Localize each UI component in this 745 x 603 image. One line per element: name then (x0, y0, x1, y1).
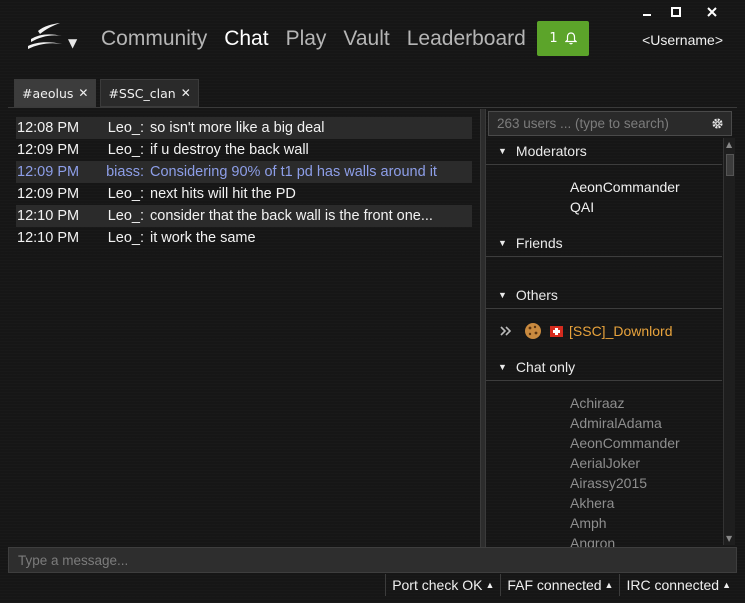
chevron-up-icon: ▲ (722, 580, 731, 590)
user-list-panel: ▼ Moderators AeonCommander QAI ▼ Friends… (486, 109, 737, 547)
message-time: 12:10 PM (17, 208, 80, 224)
user-item[interactable]: [SSC]_Downlord (500, 320, 673, 342)
user-item[interactable]: Achiraaz (570, 395, 624, 411)
swiss-flag-icon (550, 325, 563, 337)
minimize-button[interactable] (639, 4, 655, 20)
close-window-button[interactable] (704, 4, 720, 20)
message-nick[interactable]: Leo_: (94, 120, 144, 136)
nav-vault[interactable]: Vault (343, 24, 389, 54)
message-time: 12:08 PM (17, 120, 80, 136)
notification-count: 1 (549, 31, 558, 46)
user-item[interactable]: Akhera (570, 495, 614, 511)
group-moderators[interactable]: ▼ Moderators (486, 137, 722, 165)
message-nick[interactable]: Leo_: (94, 208, 144, 224)
message-nick[interactable]: Leo_: (94, 230, 144, 246)
status-label: FAF connected (507, 577, 602, 593)
nav-community[interactable]: Community (101, 24, 207, 54)
tab-ssc-clan[interactable]: #SSC_clan ✕ (100, 79, 199, 107)
scrollbar-thumb[interactable] (726, 154, 734, 176)
group-label: Moderators (515, 142, 587, 159)
user-list-scrollbar[interactable]: ▲ ▼ (723, 138, 735, 545)
message-text: if u destroy the back wall (150, 142, 309, 158)
user-name: [SSC]_Downlord (569, 323, 673, 339)
message-time: 12:09 PM (17, 164, 80, 180)
message-nick[interactable]: biass: (94, 164, 144, 180)
nav-leaderboard[interactable]: Leaderboard (407, 24, 526, 54)
group-label: Friends (515, 234, 563, 251)
maximize-icon (671, 7, 681, 17)
scroll-up-icon[interactable]: ▲ (726, 140, 732, 149)
message-input[interactable] (9, 548, 736, 572)
message-row: 12:10 PM Leo_: consider that the back wa… (16, 205, 472, 227)
maximize-button[interactable] (668, 4, 684, 20)
message-input-box (8, 547, 737, 573)
scroll-down-icon[interactable]: ▼ (726, 534, 732, 543)
user-item[interactable]: QAI (570, 199, 594, 215)
collapse-triangle-icon: ▼ (498, 237, 507, 248)
user-item[interactable]: AdmiralAdama (570, 415, 662, 431)
collapse-triangle-icon: ▼ (498, 145, 507, 156)
minimize-icon (643, 14, 651, 16)
user-item[interactable]: Airassy2015 (570, 475, 647, 491)
message-text: so isn't more like a big deal (150, 120, 325, 136)
message-time: 12:10 PM (17, 230, 80, 246)
user-search-input[interactable] (489, 112, 699, 135)
close-icon (707, 7, 717, 17)
rank-chevron-icon (500, 326, 512, 336)
close-tab-icon[interactable]: ✕ (78, 86, 88, 100)
message-row: 12:09 PM Leo_: next hits will hit the PD (16, 183, 472, 205)
user-item[interactable]: AeonCommander (570, 435, 680, 451)
message-time: 12:09 PM (17, 186, 80, 202)
message-nick[interactable]: Leo_: (94, 142, 144, 158)
faf-logo-icon[interactable] (26, 22, 64, 52)
main-nav: Community Chat Play Vault Leaderboard (101, 24, 543, 54)
message-row: 12:10 PM Leo_: it work the same (16, 227, 472, 249)
cookie-avatar-icon (525, 323, 541, 339)
chevron-up-icon: ▲ (485, 580, 495, 590)
tab-label: #SSC_clan (108, 85, 176, 101)
user-item[interactable]: Amph (570, 515, 607, 531)
user-item[interactable]: AerialJoker (570, 455, 640, 471)
notification-button[interactable]: 1 (537, 21, 589, 56)
user-item[interactable]: AeonCommander (570, 179, 680, 195)
message-row: 12:09 PM Leo_: if u destroy the back wal… (16, 139, 472, 161)
tabs-divider (8, 107, 737, 108)
chat-messages: 12:08 PM Leo_: so isn't more like a big … (16, 117, 472, 249)
bell-icon (564, 32, 577, 45)
status-port-check[interactable]: Port check OK ▲ (385, 574, 500, 596)
menu-caret-icon[interactable]: ▼ (68, 36, 77, 50)
close-tab-icon[interactable]: ✕ (181, 86, 191, 100)
user-search (488, 111, 732, 136)
message-text: consider that the back wall is the front… (150, 208, 433, 224)
user-item[interactable]: Angron (570, 535, 615, 547)
gear-icon[interactable] (710, 116, 725, 131)
title-bar: ▼ Community Chat Play Vault Leaderboard … (0, 0, 745, 72)
message-text: Considering 90% of t1 pd has walls aroun… (150, 164, 437, 180)
tab-aeolus[interactable]: #aeolus ✕ (14, 79, 97, 107)
group-chat-only[interactable]: ▼ Chat only (486, 353, 722, 381)
message-row: 12:08 PM Leo_: so isn't more like a big … (16, 117, 472, 139)
status-label: IRC connected (626, 577, 720, 593)
tab-label: #aeolus (22, 85, 74, 101)
collapse-triangle-icon: ▼ (498, 289, 507, 300)
group-friends[interactable]: ▼ Friends (486, 229, 722, 257)
group-others[interactable]: ▼ Others (486, 281, 722, 309)
status-bar: Port check OK ▲ FAF connected ▲ IRC conn… (385, 574, 737, 596)
message-row: 12:09 PM biass: Considering 90% of t1 pd… (16, 161, 472, 183)
message-text: next hits will hit the PD (150, 186, 296, 202)
message-nick[interactable]: Leo_: (94, 186, 144, 202)
status-irc[interactable]: IRC connected ▲ (619, 574, 737, 596)
chevron-up-icon: ▲ (604, 580, 614, 590)
collapse-triangle-icon: ▼ (498, 361, 507, 372)
username-label[interactable]: <Username> (642, 32, 723, 48)
nav-chat[interactable]: Chat (224, 24, 268, 54)
message-time: 12:09 PM (17, 142, 80, 158)
channel-tabs: #aeolus ✕ #SSC_clan ✕ (14, 79, 199, 107)
group-label: Others (515, 286, 558, 303)
status-faf[interactable]: FAF connected ▲ (500, 574, 619, 596)
message-text: it work the same (150, 230, 256, 246)
status-label: Port check OK (392, 577, 483, 593)
group-label: Chat only (515, 358, 576, 375)
nav-play[interactable]: Play (286, 24, 327, 54)
